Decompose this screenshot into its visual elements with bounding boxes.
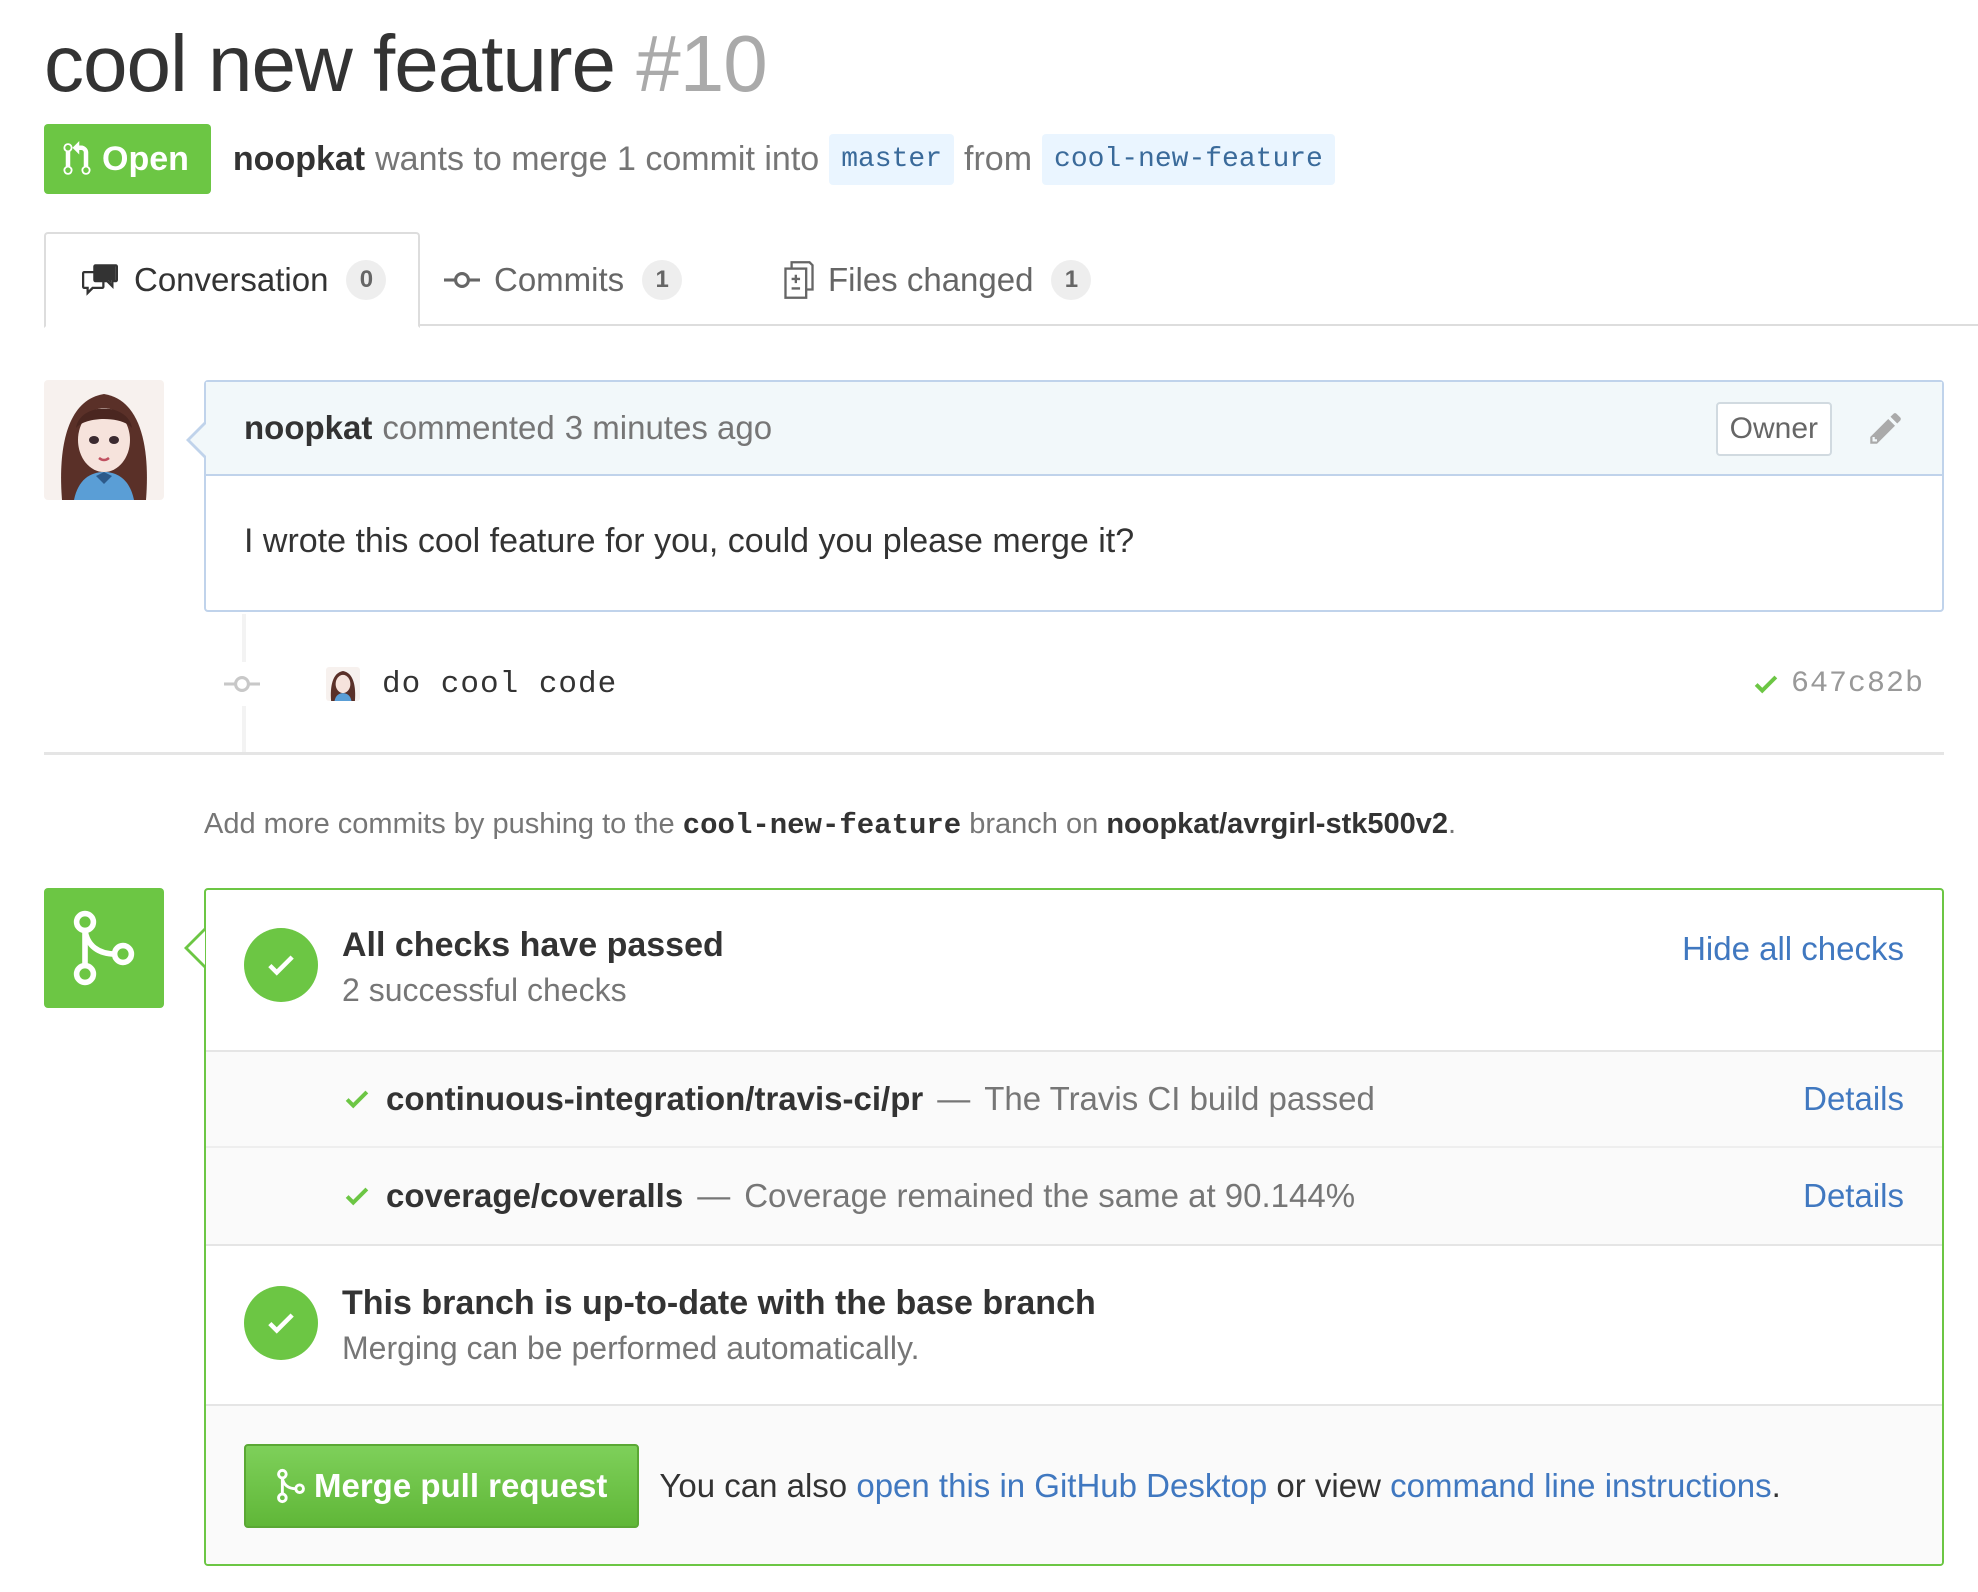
merge-alternatives: You can also open this in GitHub Desktop…: [659, 1467, 1780, 1505]
comment-author[interactable]: noopkat: [244, 409, 372, 447]
from-text: from: [964, 139, 1033, 178]
tab-commits[interactable]: Commits 1: [444, 232, 683, 328]
tab-files-changed-label: Files changed: [828, 261, 1034, 298]
owner-label: Owner: [1715, 402, 1832, 456]
github-desktop-link[interactable]: open this in GitHub Desktop: [856, 1467, 1267, 1504]
merge-pull-request-button[interactable]: Merge pull request: [244, 1444, 640, 1528]
command-line-link[interactable]: command line instructions: [1390, 1467, 1772, 1504]
hint-prefix: Add more commits by pushing to the: [204, 808, 675, 840]
merge-text: wants to merge 1 commit into: [375, 139, 820, 178]
comment-discussion-icon: [82, 264, 118, 296]
diff-icon: [784, 261, 814, 299]
git-commit-icon: [444, 272, 480, 288]
avatar[interactable]: [44, 380, 164, 500]
check-description: Coverage remained the same at 90.144%: [744, 1177, 1356, 1214]
hint-branch: cool-new-feature: [682, 809, 962, 842]
also-text: You can also: [659, 1467, 848, 1504]
pr-meta: Open noopkat wants to merge 1 commit int…: [44, 124, 1345, 194]
tab-commits-count: 1: [642, 260, 683, 300]
comment-action: commented: [382, 409, 555, 446]
git-merge-icon: [277, 1468, 305, 1504]
pr-title: cool new feature #10: [44, 18, 768, 110]
head-branch[interactable]: cool-new-feature: [1042, 133, 1335, 185]
check-separator: —: [937, 1080, 971, 1117]
merge-button-label: Merge pull request: [314, 1467, 608, 1504]
pr-title-text: cool new feature: [44, 19, 616, 108]
state-label: Open: [102, 139, 189, 178]
base-branch[interactable]: master: [829, 133, 955, 185]
merge-status-icon: [44, 888, 164, 1008]
branch-heading: This branch is up-to-date with the base …: [342, 1284, 1096, 1322]
check-context: continuous-integration/travis-ci/pr: [386, 1080, 924, 1117]
pencil-icon[interactable]: [1868, 410, 1904, 454]
checks-heading: All checks have passed: [342, 926, 724, 964]
check-item: continuous-integration/travis-ci/pr — Th…: [206, 1052, 1942, 1148]
comment-body: I wrote this cool feature for you, could…: [244, 522, 1135, 560]
or-view-text: or view: [1276, 1467, 1381, 1504]
comment-arrow-inner: [190, 423, 207, 457]
commit-sha-link[interactable]: 647c82b: [1751, 660, 1924, 708]
check-context: coverage/coveralls: [386, 1177, 684, 1214]
tab-conversation-count: 0: [346, 260, 387, 300]
tab-conversation-label: Conversation: [134, 261, 329, 298]
check-icon: [1754, 675, 1778, 694]
comment-time[interactable]: 3 minutes ago: [565, 409, 772, 447]
check-circle-icon: [244, 928, 318, 1002]
pr-author-link[interactable]: noopkat: [233, 140, 365, 179]
checks-summary: All checks have passed 2 successful chec…: [206, 890, 1942, 1052]
timeline-divider: [44, 752, 1944, 755]
tab-files-changed-count: 1: [1051, 260, 1092, 300]
git-pull-request-icon: [63, 141, 91, 175]
merge-actions: Merge pull request You can also open thi…: [206, 1406, 1942, 1564]
merge-summary: noopkat wants to merge 1 commit into mas…: [233, 133, 1345, 185]
merge-box: All checks have passed 2 successful chec…: [204, 888, 1944, 1566]
period-text: .: [1771, 1467, 1781, 1504]
checks-sub: 2 successful checks: [342, 972, 627, 1008]
hint-middle: branch on: [969, 808, 1099, 840]
git-merge-icon: [73, 910, 135, 986]
check-circle-icon: [244, 1286, 318, 1360]
git-commit-node-icon: [220, 662, 264, 706]
hint-repo: noopkat/avrgirl-stk500v2: [1106, 808, 1449, 840]
comment-header: noopkat commented 3 minutes ago Owner: [206, 382, 1942, 476]
check-item: coverage/coveralls — Coverage remained t…: [206, 1148, 1942, 1244]
commit-row: do cool code 647c82b: [220, 660, 1924, 708]
branch-sub: Merging can be performed automatically.: [342, 1330, 920, 1366]
check-icon: [345, 1090, 369, 1109]
commit-sha: 647c82b: [1790, 667, 1924, 701]
state-badge: Open: [44, 124, 211, 194]
check-details-link[interactable]: Details: [1803, 1080, 1904, 1118]
tab-commits-label: Commits: [494, 261, 625, 298]
comment-box: noopkat commented 3 minutes ago Owner I …: [204, 380, 1944, 612]
check-separator: —: [697, 1177, 731, 1214]
hint-suffix: .: [1448, 808, 1457, 840]
pr-tabs: Conversation 0 Commits 1 Files changed 1: [44, 232, 1978, 328]
check-details-link[interactable]: Details: [1803, 1177, 1904, 1215]
pr-number: #10: [636, 19, 767, 108]
commit-message[interactable]: do cool code: [382, 667, 617, 702]
avatar-image: [44, 380, 164, 500]
tab-conversation[interactable]: Conversation 0: [44, 232, 420, 328]
check-description: The Travis CI build passed: [984, 1080, 1375, 1117]
check-icon: [345, 1187, 369, 1206]
tab-files-changed[interactable]: Files changed 1: [784, 232, 1092, 328]
commit-avatar[interactable]: [326, 667, 360, 701]
branch-status: This branch is up-to-date with the base …: [206, 1244, 1942, 1406]
merge-arrow-inner: [188, 931, 205, 965]
hide-checks-link[interactable]: Hide all checks: [1682, 930, 1904, 968]
push-hint: Add more commits by pushing to the cool-…: [204, 808, 1456, 842]
